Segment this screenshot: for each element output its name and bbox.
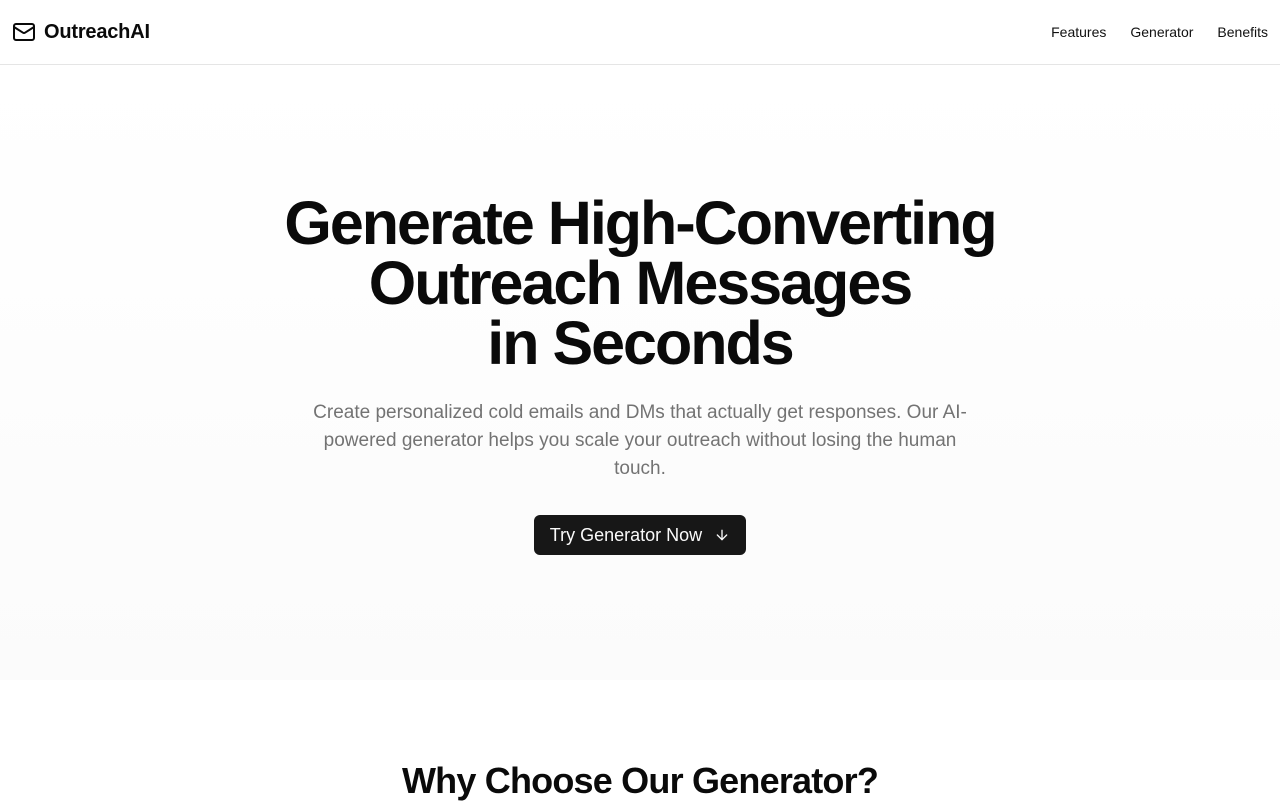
nav-link-benefits[interactable]: Benefits — [1217, 24, 1268, 40]
try-generator-button-label: Try Generator Now — [549, 524, 703, 545]
hero-section: Generate High-Converting Outreach Messag… — [0, 65, 1280, 680]
hero-title-line: in Seconds — [487, 309, 794, 377]
hero-title-line: Generate High-Converting — [284, 189, 997, 257]
brand-logo-link[interactable]: OutreachAI — [12, 20, 150, 44]
nav-link-features[interactable]: Features — [1051, 24, 1106, 40]
features-title: Why Choose Our Generator? — [401, 760, 879, 801]
try-generator-button[interactable]: Try Generator Now — [533, 515, 747, 555]
features-section: Why Choose Our Generator? — [0, 680, 1280, 801]
hero-title-line: Outreach Messages — [368, 249, 913, 317]
navbar: OutreachAI Features Generator Benefits — [0, 0, 1280, 65]
hero-subtitle: Create personalized cold emails and DMs … — [313, 402, 967, 479]
brand-name: OutreachAI — [44, 20, 150, 43]
mail-icon — [12, 20, 36, 44]
nav-links: Features Generator Benefits — [1051, 24, 1268, 40]
arrow-down-icon — [714, 527, 730, 543]
nav-link-generator[interactable]: Generator — [1130, 24, 1193, 40]
hero-title: Generate High-Converting Outreach Messag… — [284, 189, 997, 377]
